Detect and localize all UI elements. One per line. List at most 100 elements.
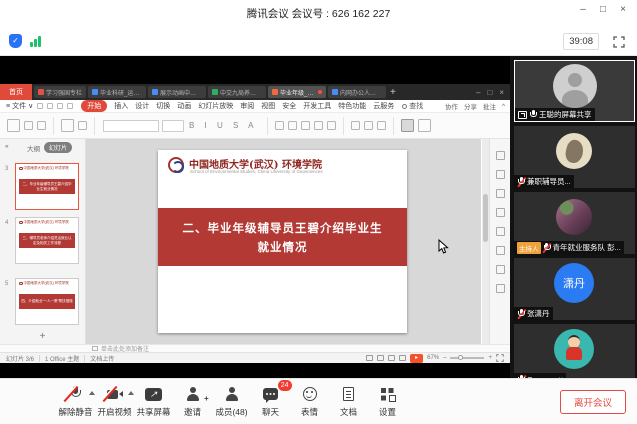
insert-icon[interactable]	[496, 227, 505, 236]
wps-doc-tab[interactable]: 展示动画中演示文稿	[148, 86, 206, 98]
slide-thumbnail[interactable]: 中国地质大学(武汉) 环境学院 三、辅导员老师介绍灵活就业认定及相关工作流程	[15, 217, 79, 264]
font-style-buttons[interactable]: B I U S A	[189, 121, 257, 130]
panel-collapse-icon[interactable]: «	[5, 143, 9, 150]
animation-pane-icon[interactable]	[496, 170, 505, 179]
font-size-select[interactable]	[162, 120, 184, 132]
network-signal-icon[interactable]	[30, 35, 41, 47]
zoom-out-button[interactable]: –	[443, 355, 446, 361]
participant-tile[interactable]: 兼职辅导员...	[514, 126, 635, 188]
selection-pane-icon[interactable]	[401, 119, 414, 132]
wps-home-tab[interactable]: 首页	[0, 84, 32, 100]
fullscreen-icon[interactable]	[613, 35, 625, 53]
new-tab-button[interactable]: +	[390, 87, 396, 98]
ribbon-tab[interactable]: 开发工具	[303, 101, 331, 111]
design-icon[interactable]	[496, 208, 505, 217]
ribbon-tab[interactable]: 设计	[135, 101, 149, 111]
slide-thumbnail[interactable]: 中国地质大学(武汉) 环境学院 四、介绍就业“一人一策”帮扶措施	[15, 278, 79, 325]
wps-maximize-icon[interactable]: □	[487, 88, 492, 97]
chart-icon[interactable]	[496, 246, 505, 255]
ribbon-tab[interactable]: 动画	[177, 101, 191, 111]
arrange-icon[interactable]	[377, 121, 386, 130]
emoji-button[interactable]: 表情	[290, 386, 329, 418]
slide-thumbnail-selected[interactable]: 中国地质大学(武汉) 环境学院 二、毕业年级辅导员王碧介绍毕业生就业情况	[15, 163, 79, 210]
new-slide-icon[interactable]	[61, 119, 74, 132]
wps-doc-tab[interactable]: 学习强国专栏	[34, 86, 86, 98]
chevron-up-icon[interactable]	[89, 391, 95, 395]
text-layout-icon[interactable]	[351, 121, 360, 130]
fit-slide-icon[interactable]	[496, 354, 504, 362]
comment-pane-icon[interactable]	[496, 265, 505, 274]
zoom-slider[interactable]	[450, 357, 484, 359]
ribbon-tab[interactable]: 视图	[261, 101, 275, 111]
slideshow-play-button[interactable]: ▸	[410, 354, 423, 363]
slide-canvas[interactable]: 中国地质大学(武汉) 环境学院 School of Environmental …	[86, 139, 481, 344]
settings-button[interactable]: 设置	[368, 386, 407, 418]
shape-icon[interactable]	[364, 121, 373, 130]
ribbon-tab[interactable]: 安全	[282, 101, 296, 111]
wps-doc-tab[interactable]: 内网办公人员1-10月	[328, 86, 386, 98]
security-shield-icon[interactable]: ✓	[9, 34, 22, 48]
font-family-select[interactable]	[103, 120, 159, 132]
ribbon-tab[interactable]: 幻灯片放映	[198, 101, 233, 111]
ribbon-tab[interactable]: 切换	[156, 101, 170, 111]
ribbon-tab[interactable]: 云服务	[373, 101, 394, 111]
slide-sorter-icon[interactable]	[377, 355, 384, 361]
reading-view-icon[interactable]	[388, 355, 395, 361]
chevron-up-icon[interactable]	[128, 391, 134, 395]
ribbon-tab[interactable]: 插入	[114, 101, 128, 111]
align-left-icon[interactable]	[275, 121, 284, 130]
format-painter-icon[interactable]	[37, 121, 46, 130]
print-icon[interactable]	[47, 103, 53, 109]
wps-minimize-icon[interactable]: –	[476, 88, 480, 97]
comment-button[interactable]: 批注	[483, 101, 496, 111]
ribbon-tab[interactable]: 审阅	[240, 101, 254, 111]
share-screen-button[interactable]: ↗ 共享屏幕	[134, 386, 173, 418]
properties-icon[interactable]	[496, 151, 505, 160]
redo-icon[interactable]	[67, 103, 73, 109]
wps-doc-tab-active[interactable]: 毕业年级_就业指导	[268, 86, 326, 98]
add-slide-button[interactable]: +	[40, 331, 46, 342]
transition-icon[interactable]	[496, 189, 505, 198]
notes-bar[interactable]: 单击此处添加备注	[0, 344, 510, 352]
start-video-button[interactable]: 开启视频	[95, 386, 134, 418]
docs-button[interactable]: 文档	[329, 386, 368, 418]
slide-tools-icon[interactable]	[418, 119, 431, 132]
bullet-list-icon[interactable]	[314, 121, 323, 130]
line-spacing-icon[interactable]	[327, 121, 336, 130]
participant-tile-host[interactable]: 主持人 青年就业服务队 彭...	[514, 192, 635, 254]
tab-slides[interactable]: 幻灯片	[44, 142, 72, 153]
paste-icon[interactable]	[7, 119, 20, 132]
normal-view-icon[interactable]	[366, 355, 373, 361]
chat-button[interactable]: 24 聊天	[251, 386, 290, 418]
members-button[interactable]: 成员(48)	[212, 386, 251, 418]
share-button[interactable]: 分享	[464, 101, 477, 111]
participant-tile[interactable]: Gu… ×	[514, 324, 635, 378]
undo-icon[interactable]	[57, 103, 63, 109]
wps-doc-tab[interactable]: 毕业科研_运营方案	[88, 86, 146, 98]
participant-tile-sharing[interactable]: 王聪的屏幕共享	[514, 60, 635, 122]
vertical-scrollbar[interactable]	[482, 139, 489, 344]
find-button[interactable]: 查找	[402, 101, 423, 111]
minimize-icon[interactable]: –	[575, 4, 591, 15]
save-icon[interactable]	[37, 103, 43, 109]
collaborate-button[interactable]: 协作	[445, 101, 458, 111]
cut-icon[interactable]	[24, 121, 33, 130]
invite-button[interactable]: + 邀请	[173, 386, 212, 418]
leave-meeting-button[interactable]: 离开会议	[560, 390, 626, 414]
participant-tile[interactable]: 潇丹 张潇丹	[514, 258, 635, 320]
ribbon-collapse-icon[interactable]: ^	[502, 103, 505, 110]
file-menu[interactable]: ≡文件∨	[6, 101, 33, 111]
align-right-icon[interactable]	[301, 121, 310, 130]
zoom-in-button[interactable]: +	[488, 355, 492, 361]
layout-icon[interactable]	[78, 121, 87, 130]
ribbon-tab-home[interactable]: 开始	[81, 100, 107, 112]
scrollbar-thumb[interactable]	[483, 194, 488, 242]
shared-screen-region[interactable]: 首页 学习强国专栏 毕业科研_运营方案 展示动画中演示文稿 中交九局养护人员名单…	[0, 56, 510, 378]
wps-close-icon[interactable]: ×	[499, 88, 504, 97]
zoom-slider-knob[interactable]	[458, 355, 463, 360]
help-icon[interactable]	[496, 284, 505, 293]
ribbon-tab[interactable]: 特色功能	[338, 101, 366, 111]
tab-outline[interactable]: 大纲	[27, 143, 40, 153]
maximize-icon[interactable]: □	[595, 4, 611, 15]
wps-doc-tab[interactable]: 中交九局养护人员名单	[208, 86, 266, 98]
